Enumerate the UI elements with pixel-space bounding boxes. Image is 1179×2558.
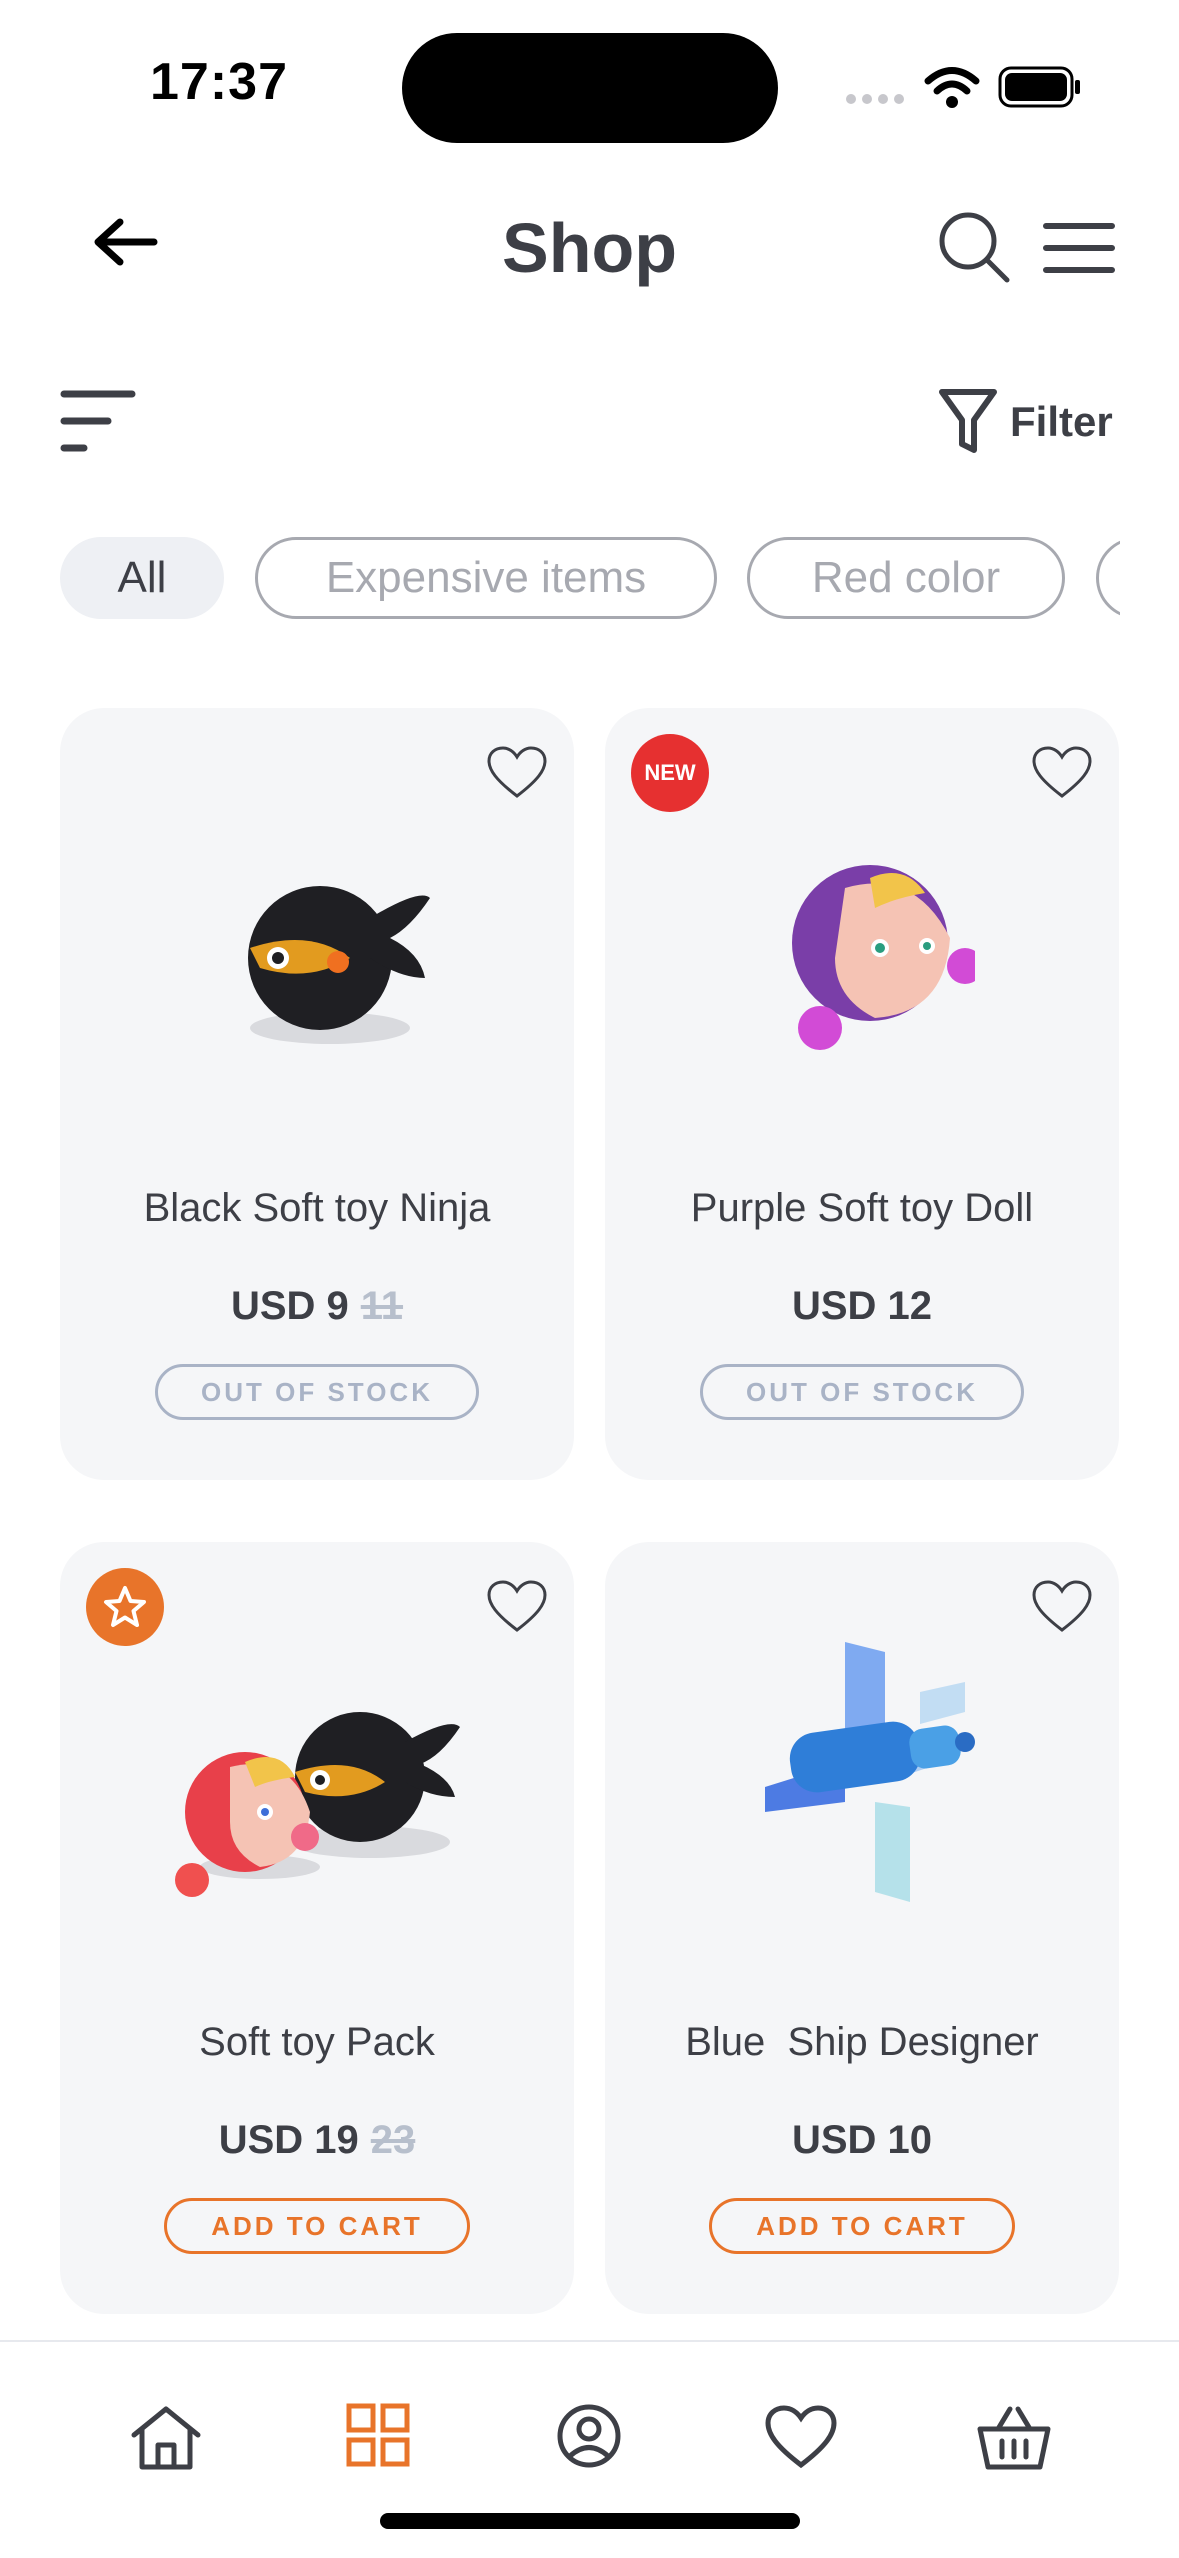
home-indicator: [380, 2513, 800, 2529]
chip-expensive-items[interactable]: Expensive items: [255, 537, 717, 619]
price-current: USD 12: [791, 1284, 933, 1328]
grid-icon[interactable]: [346, 2403, 410, 2467]
add-to-cart-button[interactable]: ADD TO CART: [164, 2198, 470, 2254]
filter-icon[interactable]: [938, 388, 998, 456]
product-card[interactable]: NEW Purple Soft toy Doll USD 12 OUT OF S…: [605, 708, 1119, 1480]
price-old: 11: [360, 1284, 404, 1328]
chip-all[interactable]: All: [60, 537, 224, 619]
product-price: USD 10: [605, 2118, 1119, 2163]
product-image-doll: [792, 865, 975, 1050]
product-image-ninja: [248, 886, 430, 1044]
product-image-pack: [175, 1712, 460, 1897]
chip-partial[interactable]: [1096, 537, 1120, 619]
product-card[interactable]: Blue Ship Designer USD 10 ADD TO CART: [605, 1542, 1119, 2314]
filter-button-label[interactable]: Filter: [1010, 398, 1113, 446]
dynamic-island: [402, 33, 778, 143]
sort-icon[interactable]: [58, 388, 138, 454]
menu-icon[interactable]: [1042, 220, 1116, 276]
product-price: USD 9 11: [60, 1284, 574, 1329]
featured-badge: [86, 1568, 164, 1646]
add-to-cart-button[interactable]: ADD TO CART: [709, 2198, 1015, 2254]
product-name: Blue Ship Designer: [685, 2020, 1039, 2064]
home-icon[interactable]: [128, 2403, 204, 2473]
chip-red-color[interactable]: Red color: [747, 537, 1065, 619]
product-price: USD 19 23: [60, 2118, 574, 2163]
heart-icon[interactable]: [1031, 1580, 1093, 1634]
product-name: Black Soft toy Ninja: [143, 1186, 491, 1230]
out-of-stock-button[interactable]: OUT OF STOCK: [700, 1364, 1024, 1420]
price-old: 23: [370, 2118, 416, 2162]
product-price: USD 12: [605, 1284, 1119, 1329]
favorites-heart-icon[interactable]: [764, 2405, 838, 2469]
wifi-icon: [924, 67, 980, 108]
profile-icon[interactable]: [556, 2403, 622, 2469]
heart-icon[interactable]: [486, 746, 548, 800]
product-image-ship: [765, 1642, 975, 1902]
out-of-stock-button[interactable]: OUT OF STOCK: [155, 1364, 479, 1420]
heart-icon[interactable]: [1031, 746, 1093, 800]
product-name: Soft toy Pack: [199, 2020, 435, 2064]
new-badge: NEW: [631, 734, 709, 812]
heart-icon[interactable]: [486, 1580, 548, 1634]
battery-icon: [998, 66, 1080, 108]
product-card[interactable]: Black Soft toy Ninja USD 9 11 OUT OF STOC…: [60, 708, 574, 1480]
product-name: Purple Soft toy Doll: [690, 1186, 1034, 1230]
price-current: USD 9: [230, 1284, 349, 1328]
cellular-signal-icon: [846, 94, 904, 104]
product-card[interactable]: Soft toy Pack USD 19 23 ADD TO CART: [60, 1542, 574, 2314]
price-current: USD 10: [791, 2118, 933, 2162]
star-icon: [104, 1586, 146, 1627]
search-icon[interactable]: [937, 210, 1011, 284]
price-current: USD 19: [218, 2118, 359, 2162]
basket-icon[interactable]: [976, 2403, 1052, 2471]
status-time: 17:37: [150, 53, 288, 111]
